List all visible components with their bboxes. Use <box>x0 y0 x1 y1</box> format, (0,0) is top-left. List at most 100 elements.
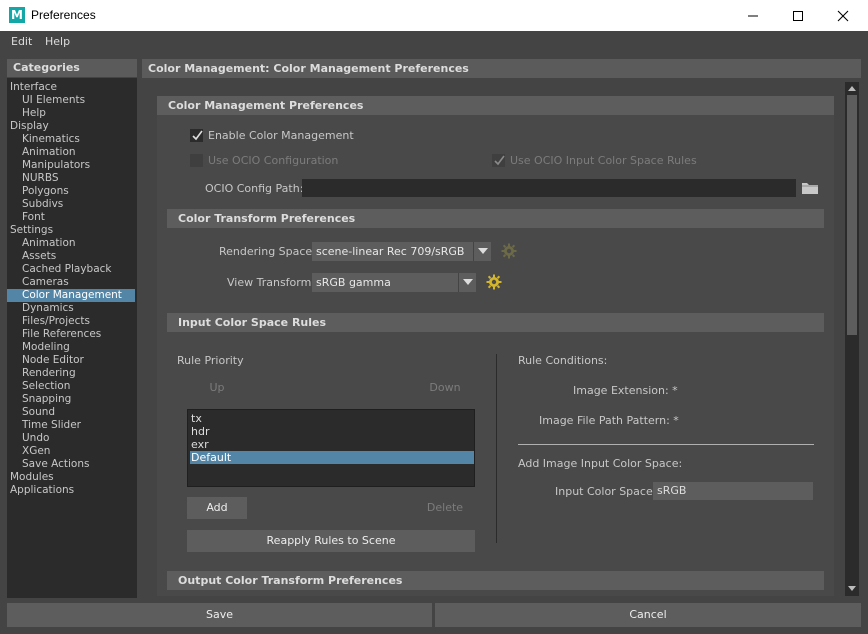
use-ocio-input-rules-label: Use OCIO Input Color Space Rules <box>510 154 697 167</box>
list-item[interactable]: tx <box>190 412 472 425</box>
sidebar-item-selection[interactable]: Selection <box>7 380 135 393</box>
view-transform-dropdown[interactable]: sRGB gamma <box>312 273 476 292</box>
view-transform-value: sRGB gamma <box>316 276 391 289</box>
section-color-transform-preferences[interactable]: Color Transform Preferences <box>167 209 824 228</box>
categories-header: Categories <box>7 59 137 77</box>
list-item[interactable]: exr <box>190 438 472 451</box>
minimize-icon <box>748 15 758 16</box>
sidebar-item-cameras[interactable]: Cameras <box>7 276 135 289</box>
maya-logo-icon: M <box>9 7 25 23</box>
sidebar-item-animation[interactable]: Animation <box>7 146 135 159</box>
chevron-down-icon <box>473 242 491 261</box>
use-ocio-input-rules-checkbox[interactable] <box>492 154 505 167</box>
section-input-color-space-rules[interactable]: Input Color Space Rules <box>167 313 824 332</box>
scrollbar-thumb[interactable] <box>847 95 857 335</box>
add-rule-button[interactable]: Add <box>187 497 247 519</box>
sidebar-item-dynamics[interactable]: Dynamics <box>7 302 135 315</box>
browse-folder-button[interactable] <box>801 180 819 196</box>
sidebar-item-cached-playback[interactable]: Cached Playback <box>7 263 135 276</box>
sidebar-item-file-references[interactable]: File References <box>7 328 135 341</box>
rendering-space-value: scene-linear Rec 709/sRGB <box>316 245 465 258</box>
title-bar: M Preferences <box>0 0 868 31</box>
sidebar-item-files-projects[interactable]: Files/Projects <box>7 315 135 328</box>
section-output-color-transform-preferences[interactable]: Output Color Transform Preferences <box>167 571 824 590</box>
sidebar-item-modules[interactable]: Modules <box>7 471 135 484</box>
rendering-space-dropdown[interactable]: scene-linear Rec 709/sRGB <box>312 242 491 261</box>
sidebar-item-sound[interactable]: Sound <box>7 406 135 419</box>
sidebar-item-settings[interactable]: Settings <box>7 224 135 237</box>
sidebar-item-snapping[interactable]: Snapping <box>7 393 135 406</box>
vertical-scrollbar[interactable] <box>845 82 859 596</box>
sidebar-item-kinematics[interactable]: Kinematics <box>7 133 135 146</box>
scroll-down-icon <box>848 586 856 591</box>
rule-conditions-label: Rule Conditions: <box>518 354 608 367</box>
folder-icon <box>802 183 818 194</box>
sidebar-item-display[interactable]: Display <box>7 120 135 133</box>
reapply-rules-button[interactable]: Reapply Rules to Scene <box>187 530 475 552</box>
chevron-down-icon <box>458 273 476 292</box>
move-down-button[interactable]: Down <box>415 377 475 399</box>
sidebar-item-time-slider[interactable]: Time Slider <box>7 419 135 432</box>
sidebar-item-polygons[interactable]: Polygons <box>7 185 135 198</box>
menu-edit[interactable]: Edit <box>11 35 32 48</box>
use-ocio-configuration-checkbox[interactable] <box>190 154 203 167</box>
sidebar-item-xgen[interactable]: XGen <box>7 445 135 458</box>
image-file-path-label: Image File Path Pattern: * <box>539 414 679 427</box>
maximize-button[interactable] <box>775 0 821 31</box>
gear-icon <box>486 274 502 290</box>
move-up-button[interactable]: Up <box>187 377 247 399</box>
sidebar-item-rendering[interactable]: Rendering <box>7 367 135 380</box>
rules-divider <box>496 354 497 543</box>
rendering-space-label: Rendering Space: <box>219 245 316 258</box>
ocio-config-path-label: OCIO Config Path: <box>205 182 304 195</box>
list-item[interactable]: hdr <box>190 425 472 438</box>
list-item[interactable]: Default <box>190 451 474 464</box>
sidebar-item-node-editor[interactable]: Node Editor <box>7 354 135 367</box>
input-color-space-field[interactable]: sRGB <box>653 482 813 500</box>
sidebar-item-modeling[interactable]: Modeling <box>7 341 135 354</box>
sidebar-item-assets[interactable]: Assets <box>7 250 135 263</box>
ocio-config-path-field[interactable] <box>302 179 796 197</box>
sidebar-item-ui-elements[interactable]: UI Elements <box>7 94 135 107</box>
scroll-up-icon <box>848 86 856 91</box>
image-extension-label: Image Extension: * <box>573 384 678 397</box>
rule-priority-label: Rule Priority <box>177 354 244 367</box>
rendering-space-settings-button[interactable] <box>501 243 517 259</box>
enable-color-management-label: Enable Color Management <box>208 129 354 142</box>
sidebar-item-animation[interactable]: Animation <box>7 237 135 250</box>
view-transform-label: View Transform: <box>227 276 316 289</box>
checkmark-icon <box>494 155 505 166</box>
menu-help[interactable]: Help <box>45 35 70 48</box>
sidebar-item-help[interactable]: Help <box>7 107 135 120</box>
preferences-scroll-area: Color Management Preferences Enable Colo… <box>147 82 844 596</box>
sidebar-item-manipulators[interactable]: Manipulators <box>7 159 135 172</box>
categories-list[interactable]: Interface UI Elements Help Display Kinematic… <box>7 78 137 598</box>
view-transform-settings-button[interactable] <box>486 274 502 290</box>
sidebar-item-nurbs[interactable]: NURBS <box>7 172 135 185</box>
rules-listbox[interactable]: tx hdr exr Default <box>187 409 475 487</box>
section-color-management-preferences[interactable]: Color Management Preferences <box>157 96 834 115</box>
sidebar-item-save-actions[interactable]: Save Actions <box>7 458 135 471</box>
add-input-color-space-label: Add Image Input Color Space: <box>518 457 683 470</box>
cancel-button[interactable]: Cancel <box>435 603 861 627</box>
conditions-divider <box>518 444 814 445</box>
sidebar-item-font[interactable]: Font <box>7 211 135 224</box>
sidebar-item-color-management[interactable]: Color Management <box>7 289 135 302</box>
sidebar-item-applications[interactable]: Applications <box>7 484 135 497</box>
delete-rule-button[interactable]: Delete <box>415 497 475 519</box>
gear-icon <box>501 243 517 259</box>
input-color-space-label: Input Color Space: <box>555 485 657 498</box>
save-button[interactable]: Save <box>7 603 432 627</box>
sidebar-item-subdivs[interactable]: Subdivs <box>7 198 135 211</box>
sidebar-item-interface[interactable]: Interface <box>7 81 135 94</box>
minimize-button[interactable] <box>730 0 776 31</box>
maximize-icon <box>793 10 803 21</box>
window-title: Preferences <box>31 8 96 22</box>
use-ocio-configuration-label: Use OCIO Configuration <box>208 154 339 167</box>
close-icon <box>837 10 849 21</box>
enable-color-management-checkbox[interactable] <box>190 129 203 142</box>
checkmark-icon <box>192 130 203 141</box>
sidebar-item-undo[interactable]: Undo <box>7 432 135 445</box>
close-button[interactable] <box>820 0 866 31</box>
page-title: Color Management: Color Management Prefe… <box>142 59 861 78</box>
